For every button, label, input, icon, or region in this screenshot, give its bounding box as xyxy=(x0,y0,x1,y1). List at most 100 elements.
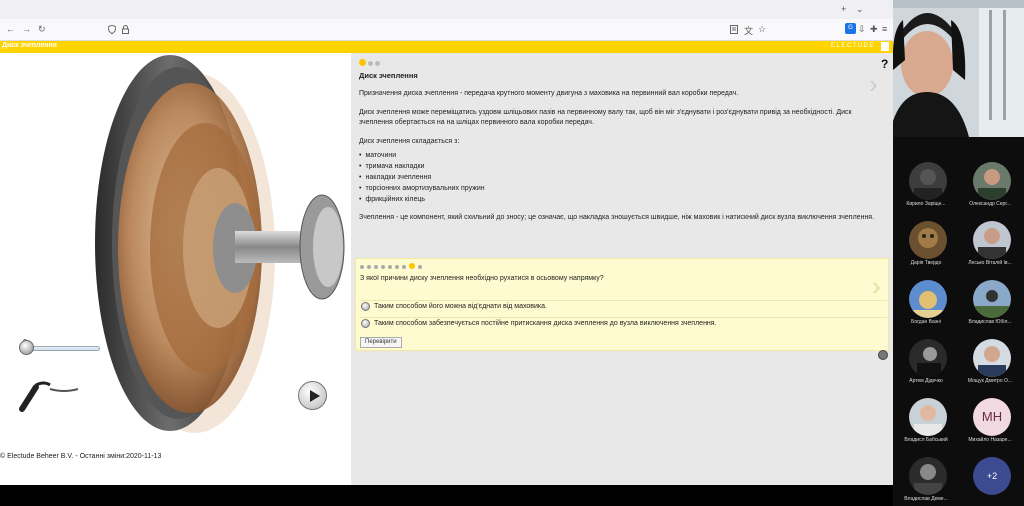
answer-text[interactable]: Таким способом його можна від'єднати від… xyxy=(374,303,547,310)
participant-name: Мощук Дмитро О... xyxy=(967,378,1013,384)
slider-handle[interactable] xyxy=(19,340,34,355)
description-paragraph: Диск зчеплення може переміщатись уздовж … xyxy=(359,109,852,126)
participant-tile[interactable]: Лесько Віталій Ів... xyxy=(957,221,1021,271)
reload-button[interactable]: ↻ xyxy=(38,24,46,35)
help-icon[interactable]: ? xyxy=(881,57,888,71)
page-dot[interactable] xyxy=(359,59,366,66)
animation-pane: 0 © Electude Beheer B.V. - Останні зміни… xyxy=(0,53,351,485)
quiz-dots xyxy=(360,263,425,271)
answer-option[interactable]: Таким способом забезпечується постійне п… xyxy=(359,317,887,330)
avatar xyxy=(973,280,1011,318)
list-item: накладки зчеплення xyxy=(359,173,879,184)
participant-tile[interactable]: Владислав Юбіл... xyxy=(957,280,1021,330)
participant-name: Лесько Віталій Ів... xyxy=(968,260,1012,266)
intro-paragraph: Призначення диска зчеплення - передача к… xyxy=(359,90,739,97)
answer-text[interactable]: Таким способом забезпечується постійне п… xyxy=(374,320,717,327)
participant-tile[interactable]: Владисл Бабський xyxy=(893,398,957,448)
list-item: маточини xyxy=(359,151,879,162)
participant-name: Владислав Юбіл... xyxy=(968,319,1012,325)
quiz-dot[interactable] xyxy=(418,265,422,269)
participant-name: Олександр Серг... xyxy=(969,201,1011,207)
avatar xyxy=(909,339,947,377)
extension-icon[interactable]: G xyxy=(845,23,856,34)
participant-tile[interactable]: Кирило Заріщн... xyxy=(893,162,957,212)
download-icon[interactable]: ⇩ xyxy=(858,24,866,35)
quiz-dot[interactable] xyxy=(381,265,385,269)
participant-name: Кирило Заріщн... xyxy=(906,201,946,207)
quiz-dot[interactable] xyxy=(409,263,415,269)
participant-name: Дарія Твердо xyxy=(910,260,942,266)
more-participants-badge[interactable]: +2 xyxy=(973,457,1011,495)
participant-tile[interactable]: Дарія Твердо xyxy=(893,221,957,271)
new-tab-button[interactable]: + xyxy=(841,4,846,14)
list-tabs-button[interactable]: ⌄ xyxy=(856,4,864,15)
menu-icon[interactable]: ≡ xyxy=(882,24,887,34)
answer-option[interactable]: Таким способом його можна від'єднати від… xyxy=(359,300,887,313)
quiz-dot[interactable] xyxy=(402,265,406,269)
page-dots xyxy=(359,59,382,68)
reader-icon[interactable] xyxy=(730,25,738,34)
nav-circle-icon[interactable] xyxy=(878,350,888,360)
radio-button[interactable] xyxy=(361,302,370,311)
participant-name: Богдан Вазні xyxy=(911,319,941,325)
quiz-panel: З якої причини диску зчеплення необхідно… xyxy=(355,258,889,351)
quiz-dot[interactable] xyxy=(367,265,371,269)
quiz-next-arrow-icon[interactable]: › xyxy=(872,271,881,302)
address-bar: ← → ↻ 文 ☆ G ⇩ ✚ ≡ xyxy=(0,19,893,41)
gear-face xyxy=(313,207,343,287)
avatar xyxy=(973,162,1011,200)
lesson-page: Диск зчеплення ELECTUDE © Electude Behee… xyxy=(0,41,893,485)
list-item: тримача накладки xyxy=(359,162,879,173)
participant-tile[interactable]: МН Михайло Назаре... xyxy=(957,398,1021,448)
participant-name: Владислав Деме... xyxy=(904,496,948,502)
content-pane: ? › Диск зчеплення Призначення диска зче… xyxy=(351,53,893,485)
participant-tile[interactable]: Олександр Серг... xyxy=(957,162,1021,212)
browser-window: + ⌄ ← → ↻ 文 ☆ G ⇩ ✚ ≡ Диск зчеплення ELE… xyxy=(0,0,893,506)
shield-icon[interactable] xyxy=(108,25,116,34)
star-icon[interactable]: ☆ xyxy=(758,24,766,35)
quiz-dot[interactable] xyxy=(388,265,392,269)
lock-icon[interactable] xyxy=(122,25,129,34)
back-button[interactable]: ← xyxy=(6,24,15,34)
speaker-video xyxy=(893,0,1024,137)
lesson-title: Диск зчеплення xyxy=(359,71,418,80)
quiz-dot[interactable] xyxy=(360,265,364,269)
lesson-text: Диск зчеплення Призначення диска зчеплен… xyxy=(359,71,879,232)
parts-intro: Диск зчеплення складається з: xyxy=(359,138,460,145)
avatar xyxy=(909,162,947,200)
participant-tile[interactable]: Богдан Вазні xyxy=(893,280,957,330)
avatar: МН xyxy=(973,398,1011,436)
participant-tile[interactable]: Владислав Деме... xyxy=(893,457,957,506)
avatar xyxy=(909,398,947,436)
check-button[interactable]: Перевірити xyxy=(360,337,402,348)
more-participants-tile[interactable]: +2 xyxy=(957,457,1021,506)
participant-name: Владисл Бабський xyxy=(904,437,948,443)
avatar xyxy=(909,280,947,318)
participant-tile[interactable]: Мощук Дмитро О... xyxy=(957,339,1021,389)
page-dot[interactable] xyxy=(368,61,373,66)
lesson-header: Диск зчеплення ELECTUDE xyxy=(0,41,893,53)
video-call-panel: Кирило Заріщн... Олександр Серг... Дарія… xyxy=(893,0,1024,506)
avatar xyxy=(909,221,947,259)
forward-button[interactable]: → xyxy=(22,24,31,34)
participant-tile[interactable]: Артем Дідечко xyxy=(893,339,957,389)
list-item: фрикційних кілець xyxy=(359,195,879,206)
puzzle-icon[interactable]: ✚ xyxy=(870,24,878,35)
copyright-text: © Electude Beheer B.V. - Останні зміни:2… xyxy=(0,453,162,460)
tool-icon xyxy=(19,381,79,412)
avatar xyxy=(973,221,1011,259)
page-dot[interactable] xyxy=(375,61,380,66)
quiz-dot[interactable] xyxy=(374,265,378,269)
parts-list: маточини тримача накладки накладки зчепл… xyxy=(359,151,879,206)
speaker-video-frame xyxy=(893,0,1024,137)
avatar xyxy=(973,339,1011,377)
participant-name: Михайло Назаре... xyxy=(968,437,1012,443)
list-item: торсіонних амортизувальних пружин xyxy=(359,184,879,195)
brand-mark-icon xyxy=(881,42,889,51)
quiz-dot[interactable] xyxy=(395,265,399,269)
radio-button[interactable] xyxy=(361,319,370,328)
play-button[interactable] xyxy=(298,381,327,410)
avatar xyxy=(909,457,947,495)
translate-icon[interactable]: 文 xyxy=(744,24,753,37)
wear-paragraph: Зчеплення - це компонент, який схильний … xyxy=(359,214,875,221)
